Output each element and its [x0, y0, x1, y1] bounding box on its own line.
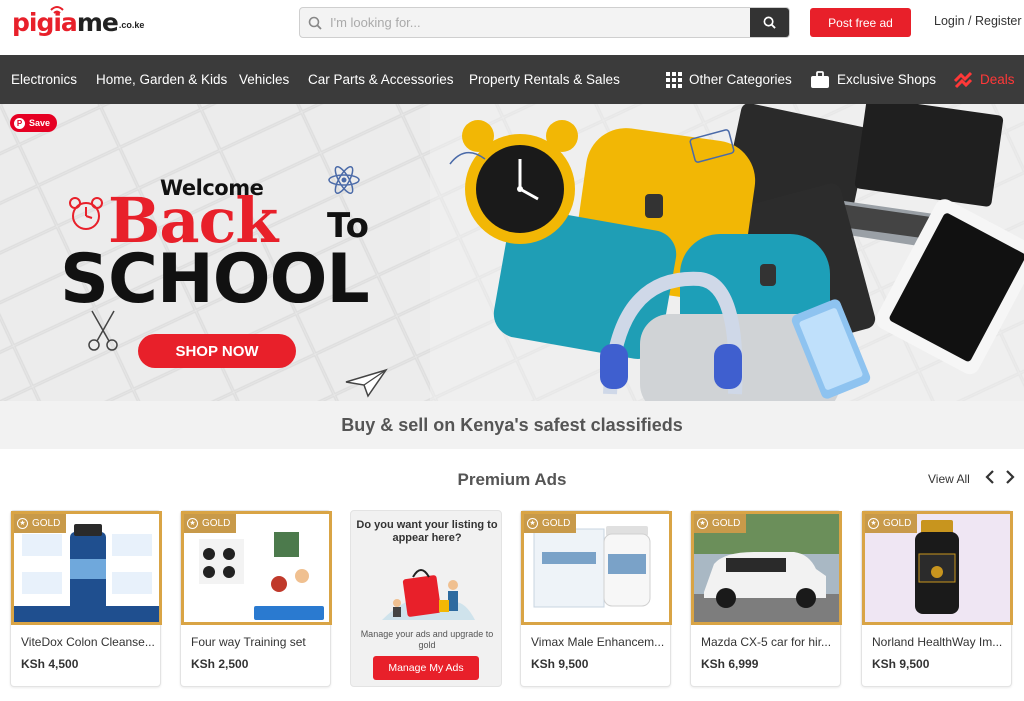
category-nav: Electronics Home, Garden & Kids Vehicles…: [0, 55, 1024, 104]
ad-price: KSh 2,500: [191, 657, 249, 671]
premium-ad-card[interactable]: ★ GOLD ViteDox Colon Cleanse... KSh 4,500: [10, 510, 162, 687]
pinterest-icon: P: [14, 117, 25, 129]
premium-ad-card[interactable]: ★ GOLD Vimax Male Enhancem... KSh 9,500: [520, 510, 672, 687]
ad-title: Four way Training set: [191, 635, 306, 649]
search-icon: [763, 16, 776, 29]
star-icon: ★: [527, 518, 538, 529]
ad-title: Mazda CX-5 car for hir...: [701, 635, 832, 649]
grid-icon: [666, 72, 682, 89]
shop-now-button[interactable]: SHOP NOW: [138, 334, 296, 368]
nav-car-parts[interactable]: Car Parts & Accessories: [308, 55, 454, 104]
nav-deals[interactable]: Deals: [953, 55, 1015, 104]
deals-icon: [953, 72, 973, 89]
shopping-bag-illustration: [382, 569, 475, 620]
manage-my-ads-button[interactable]: Manage My Ads: [373, 656, 479, 680]
promo-title: Do you want your listing to appear here?: [356, 519, 498, 544]
search-input[interactable]: [330, 8, 750, 37]
wifi-icon: [50, 6, 64, 14]
ad-title: Norland HealthWay Im...: [872, 635, 1003, 649]
ad-image: ★ GOLD: [181, 511, 332, 625]
pinterest-save-button[interactable]: P Save: [10, 114, 58, 132]
nav-other-categories[interactable]: Other Categories: [666, 55, 792, 104]
paper-plane-icon: [345, 368, 388, 398]
search-button[interactable]: [750, 8, 789, 37]
premium-ad-card[interactable]: ★ GOLD Mazda CX-5 car for hir... KSh 6,99…: [690, 510, 842, 687]
nav-other-label: Other Categories: [689, 72, 792, 87]
alarm-clock-icon: [69, 197, 103, 230]
logo-tld: .co.ke: [118, 20, 145, 30]
ad-image: ★ GOLD: [862, 511, 1013, 625]
premium-ad-card[interactable]: ★ GOLD Norland HealthWay Im... KSh 9,500: [861, 510, 1013, 687]
star-icon: ★: [697, 518, 708, 529]
post-free-ad-button[interactable]: Post free ad: [810, 8, 911, 37]
gold-badge: ★ GOLD: [184, 514, 237, 533]
atom-icon: [328, 166, 360, 194]
chevron-right-icon[interactable]: [1005, 470, 1015, 489]
premium-ad-card[interactable]: ★ GOLD Four way Training set KSh 2,500: [180, 510, 332, 687]
ad-title: ViteDox Colon Cleanse...: [21, 635, 155, 649]
search-bar: [299, 7, 790, 38]
star-icon: ★: [868, 518, 879, 529]
promo-subtitle: Manage your ads and upgrade to gold: [360, 629, 494, 650]
ad-price: KSh 6,999: [701, 657, 759, 671]
hero-banner[interactable]: P Save Welcome Back To SCHOOL SHOP NOW: [0, 104, 1024, 401]
nav-vehicles[interactable]: Vehicles: [239, 55, 289, 104]
ad-price: KSh 4,500: [21, 657, 79, 671]
nav-home-garden-kids[interactable]: Home, Garden & Kids: [96, 55, 227, 104]
school-supplies-illustration: [449, 104, 1024, 401]
nav-property[interactable]: Property Rentals & Sales: [469, 55, 620, 104]
save-label: Save: [29, 118, 51, 128]
gold-badge: ★ GOLD: [524, 514, 577, 533]
gold-badge: ★ GOLD: [865, 514, 918, 533]
header: pigiame .co.ke Post free ad Login / Regi…: [0, 0, 1024, 55]
alarm-clock-icon: [462, 120, 578, 244]
tagline: Buy & sell on Kenya's safest classifieds: [0, 401, 1024, 449]
ad-title: Vimax Male Enhancem...: [531, 635, 665, 649]
chevron-left-icon[interactable]: [985, 470, 995, 489]
nav-shops-label: Exclusive Shops: [837, 72, 937, 87]
nav-exclusive-shops[interactable]: Exclusive Shops: [810, 55, 936, 104]
nav-deals-label: Deals: [980, 72, 1015, 87]
gold-badge: ★ GOLD: [694, 514, 747, 533]
ad-image: ★ GOLD: [691, 511, 842, 625]
upgrade-promo-card: Do you want your listing to appear here?…: [350, 510, 502, 687]
ad-image: ★ GOLD: [11, 511, 162, 625]
site-logo[interactable]: pigiame .co.ke: [12, 6, 144, 40]
view-all-link[interactable]: View All: [928, 472, 970, 486]
ad-image: ★ GOLD: [521, 511, 672, 625]
ad-price: KSh 9,500: [872, 657, 930, 671]
gold-badge: ★ GOLD: [14, 514, 67, 533]
star-icon: ★: [17, 518, 28, 529]
ad-price: KSh 9,500: [531, 657, 589, 671]
nav-electronics[interactable]: Electronics: [11, 55, 77, 104]
search-icon: [300, 8, 330, 37]
star-icon: ★: [187, 518, 198, 529]
banner-school: SCHOOL: [60, 240, 370, 319]
premium-ads-title: Premium Ads: [457, 470, 567, 489]
login-register-link[interactable]: Login / Register: [934, 14, 1022, 28]
briefcase-icon: [811, 71, 829, 89]
